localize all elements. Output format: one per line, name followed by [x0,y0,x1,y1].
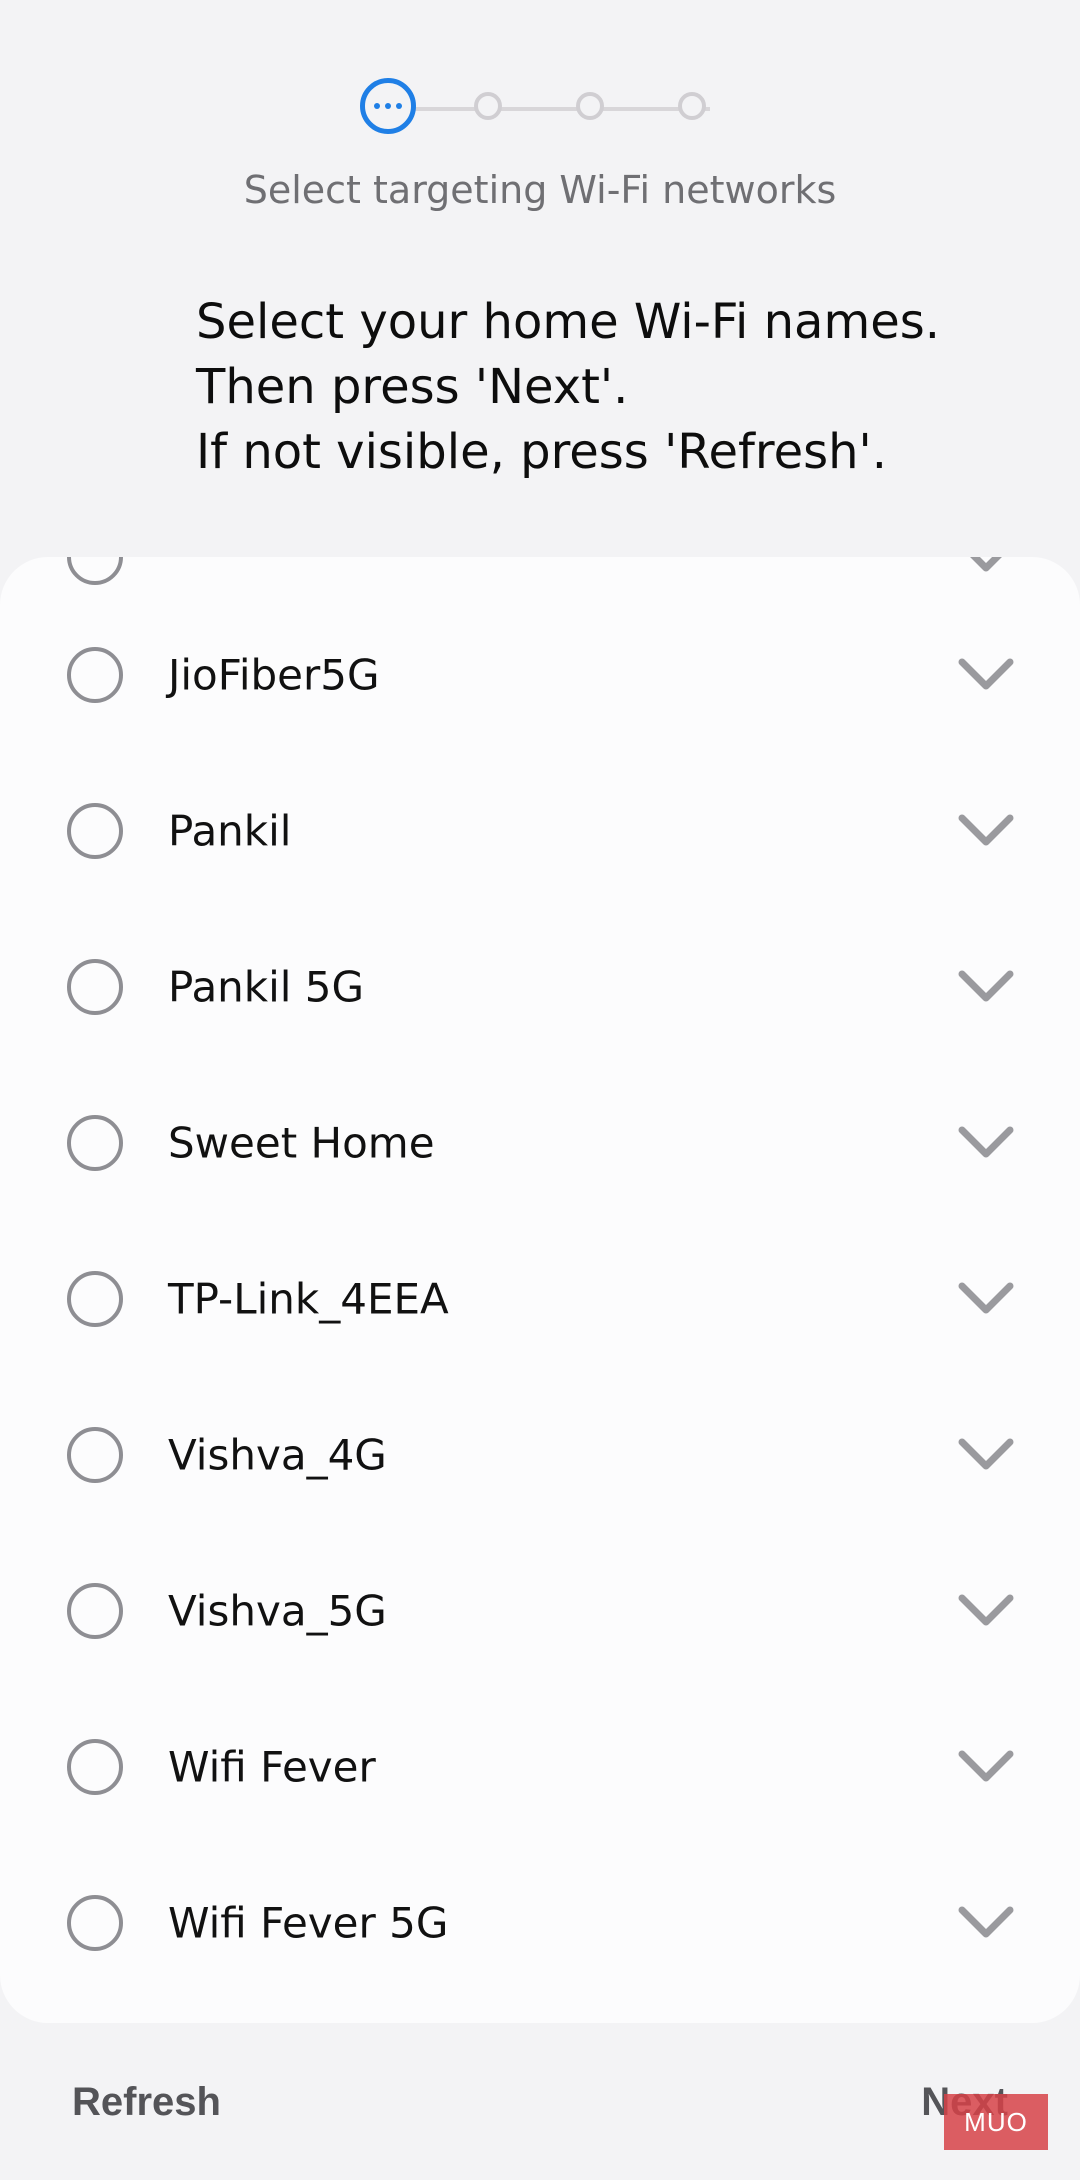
refresh-button[interactable]: Refresh [72,2080,221,2125]
list-item[interactable]: Wifi Fever 5G [0,1845,1080,2001]
list-item[interactable]: Vishva_5G [0,1533,1080,1689]
network-name: Sweet Home [168,1118,435,1168]
chevron-down-icon[interactable] [958,557,1014,574]
network-name: Wifi Fever [168,1742,376,1792]
stepper-current-step [360,78,416,134]
network-name: TP-Link_4EEA [168,1274,449,1324]
network-name: Pankil 5G [168,962,365,1012]
radio-button[interactable] [67,1583,123,1639]
chevron-down-icon[interactable] [958,1594,1014,1628]
chevron-down-icon[interactable] [958,1438,1014,1472]
radio-button[interactable] [67,647,123,703]
instruction-line: If not visible, press 'Refresh'. [196,424,887,480]
list-item[interactable]: Vishva_4G [0,1377,1080,1533]
step-title: Select targeting Wi-Fi networks [243,168,837,212]
network-name: Vishva_5G [168,1586,387,1636]
network-name: JioFiber5G [168,650,380,700]
network-name: Wifi Fever 5G [168,1898,449,1948]
list-item[interactable]: TP-Link_4EEA [0,1221,1080,1377]
chevron-down-icon[interactable] [958,1282,1014,1316]
ellipsis-dot [385,103,391,109]
wifi-network-list[interactable]: JioFiber5G Pankil Pankil 5G Sweet Home T… [0,557,1080,2023]
instruction-line: Then press 'Next'. [196,359,629,415]
chevron-down-icon[interactable] [958,814,1014,848]
list-item[interactable]: Sweet Home [0,1065,1080,1221]
chevron-down-icon[interactable] [958,1750,1014,1784]
list-item[interactable]: Wifi Fever [0,1689,1080,1845]
progress-stepper [360,78,712,138]
stepper-step-4 [678,92,706,120]
network-name: Vishva_4G [168,1430,387,1480]
radio-button[interactable] [67,1739,123,1795]
ellipsis-dot [374,103,380,109]
watermark-logo: MUO [944,2094,1048,2150]
instructions-text: Select your home Wi-Fi names. Then press… [196,290,1016,485]
instruction-line: Select your home Wi-Fi names. [196,294,941,350]
stepper-track [410,107,710,111]
radio-button[interactable] [67,1271,123,1327]
ellipsis-dot [396,103,402,109]
list-item[interactable]: Pankil 5G [0,909,1080,1065]
chevron-down-icon[interactable] [958,970,1014,1004]
radio-button[interactable] [67,557,123,585]
chevron-down-icon[interactable] [958,658,1014,692]
network-name: Pankil [168,806,292,856]
radio-button[interactable] [67,959,123,1015]
list-item[interactable]: Pankil [0,753,1080,909]
stepper-step-2 [474,92,502,120]
radio-button[interactable] [67,1427,123,1483]
radio-button[interactable] [67,1115,123,1171]
chevron-down-icon[interactable] [958,1906,1014,1940]
radio-button[interactable] [67,1895,123,1951]
list-item[interactable]: JioFiber5G [0,597,1080,753]
radio-button[interactable] [67,803,123,859]
stepper-step-3 [576,92,604,120]
chevron-down-icon[interactable] [958,1126,1014,1160]
